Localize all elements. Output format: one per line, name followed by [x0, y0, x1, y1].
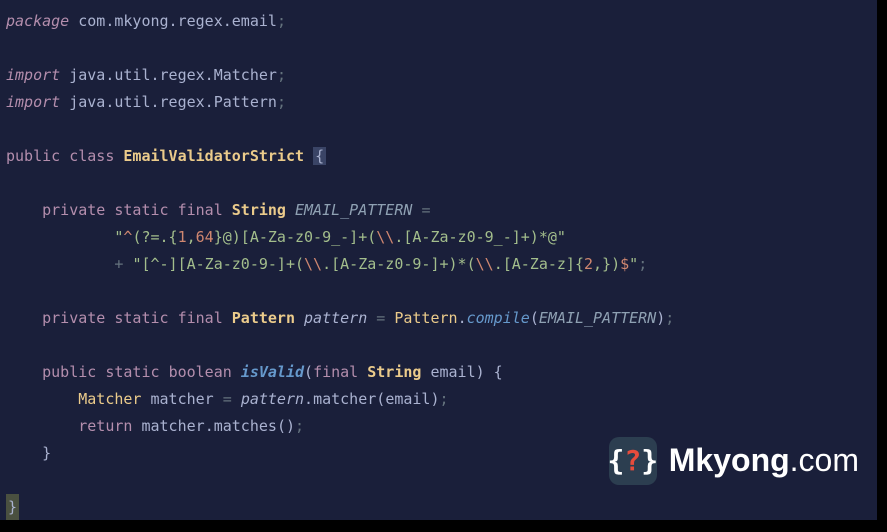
code-line: import java.util.regex.Pattern; — [6, 89, 887, 116]
code-line: public static boolean isValid(final Stri… — [6, 359, 887, 386]
watermark-text: Mkyong.com — [669, 432, 859, 490]
code-line: } — [6, 494, 887, 521]
code-line — [6, 278, 887, 305]
code-line: import java.util.regex.Matcher; — [6, 62, 887, 89]
logo-icon: {?} — [609, 437, 657, 485]
code-line: Matcher matcher = pattern.matcher(email)… — [6, 386, 887, 413]
shadow-decoration — [877, 0, 887, 532]
code-line: public class EmailValidatorStrict { — [6, 143, 887, 170]
code-line: package com.mkyong.regex.email; — [6, 8, 887, 35]
code-line — [6, 170, 887, 197]
code-line: private static final String EMAIL_PATTER… — [6, 197, 887, 224]
code-line — [6, 116, 887, 143]
code-line: private static final Pattern pattern = P… — [6, 305, 887, 332]
code-line — [6, 332, 887, 359]
watermark: {?} Mkyong.com — [609, 432, 859, 490]
code-line — [6, 35, 887, 62]
code-line: "^(?=.{1,64}@)[A-Za-z0-9_-]+(\\.[A-Za-z0… — [6, 224, 887, 251]
shadow-decoration — [0, 520, 887, 532]
code-line: + "[^-][A-Za-z0-9-]+(\\.[A-Za-z0-9-]+)*(… — [6, 251, 887, 278]
